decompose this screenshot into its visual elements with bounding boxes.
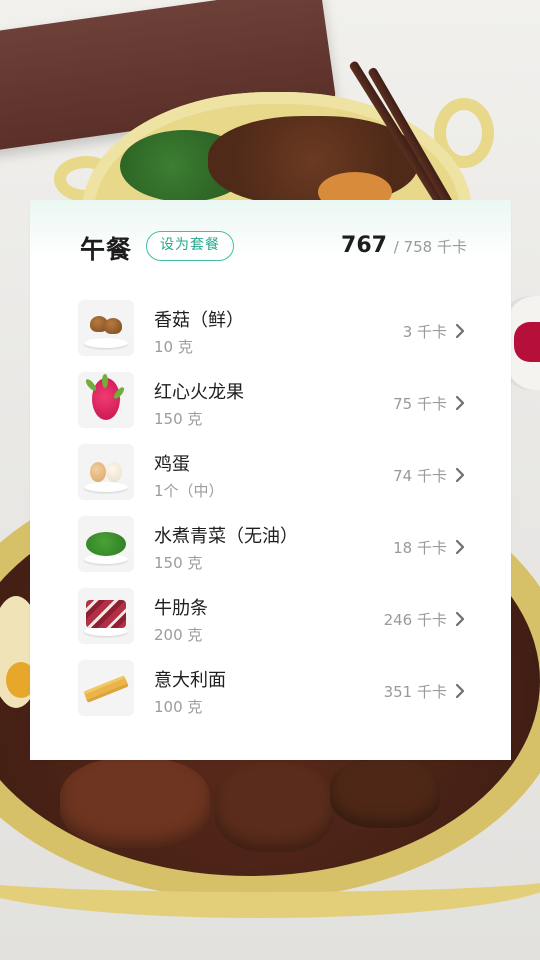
beef-rib-chunk <box>330 758 440 828</box>
calorie-total: 767 / 758 千卡 <box>341 233 467 258</box>
chevron-right-icon <box>455 323 465 339</box>
chevron-right-icon <box>455 539 465 555</box>
meal-header: 午餐 设为套餐 767 / 758 千卡 <box>30 200 511 296</box>
food-calories: 75 千卡 <box>393 395 447 413</box>
food-amount: 200 克 <box>154 626 203 644</box>
pasta-icon <box>78 660 134 716</box>
beef-icon <box>78 588 134 644</box>
egg-icon <box>78 444 134 500</box>
greens-icon <box>78 516 134 572</box>
chevron-right-icon <box>455 395 465 411</box>
chevron-right-icon <box>455 467 465 483</box>
mushroom-icon <box>78 300 134 356</box>
food-name: 水煮青菜（无油） <box>154 526 298 547</box>
bowl-rim <box>0 838 540 918</box>
food-calories: 3 千卡 <box>402 323 447 341</box>
set-as-preset-button[interactable]: 设为套餐 <box>146 231 234 261</box>
food-row-mushroom[interactable]: 香菇（鲜） 10 克 3 千卡 <box>30 294 511 366</box>
food-name: 香菇（鲜） <box>154 310 244 331</box>
food-name: 意大利面 <box>154 670 226 691</box>
food-name: 牛肋条 <box>154 598 208 619</box>
chevron-right-icon <box>455 683 465 699</box>
meal-summary-card: 午餐 设为套餐 767 / 758 千卡 香菇（鲜） 10 克 3 千卡 红心火… <box>30 200 511 760</box>
chevron-right-icon <box>455 611 465 627</box>
calorie-target: / 758 千卡 <box>393 238 467 256</box>
food-amount: 150 克 <box>154 554 203 572</box>
dragon-fruit-icon <box>78 372 134 428</box>
calories-eaten: 767 <box>341 233 387 258</box>
food-amount: 150 克 <box>154 410 203 428</box>
food-amount: 100 克 <box>154 698 203 716</box>
food-amount: 10 克 <box>154 338 193 356</box>
food-row-beef-rib[interactable]: 牛肋条 200 克 246 千卡 <box>30 582 511 654</box>
beef-rib-chunk <box>60 758 210 848</box>
food-row-boiled-greens[interactable]: 水煮青菜（无油） 150 克 18 千卡 <box>30 510 511 582</box>
food-name: 鸡蛋 <box>154 454 190 475</box>
meal-title: 午餐 <box>80 235 133 264</box>
food-calories: 18 千卡 <box>393 539 447 557</box>
food-calories: 74 千卡 <box>393 467 447 485</box>
food-calories: 351 千卡 <box>383 683 447 701</box>
food-calories: 246 千卡 <box>383 611 447 629</box>
food-row-spaghetti[interactable]: 意大利面 100 克 351 千卡 <box>30 654 511 726</box>
food-row-egg[interactable]: 鸡蛋 1个（中） 74 千卡 <box>30 438 511 510</box>
food-name: 红心火龙果 <box>154 382 244 403</box>
food-row-dragon-fruit[interactable]: 红心火龙果 150 克 75 千卡 <box>30 366 511 438</box>
food-amount: 1个（中） <box>154 482 224 500</box>
